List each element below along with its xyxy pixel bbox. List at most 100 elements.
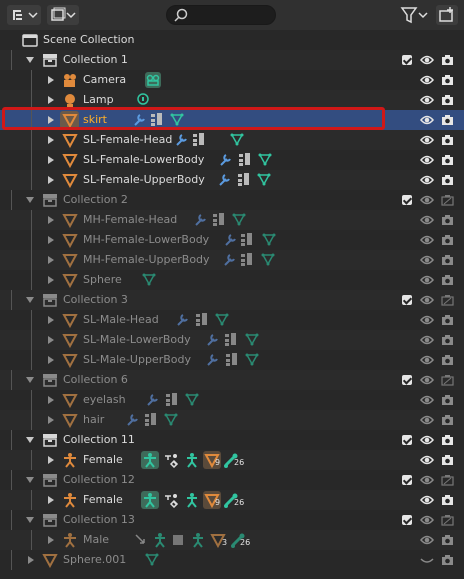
- expand-open-icon[interactable]: [26, 377, 34, 383]
- object-row[interactable]: MH-Female-Head: [0, 210, 464, 230]
- expand-closed-icon[interactable]: [48, 316, 54, 324]
- pose-constraint-icon: [135, 534, 145, 544]
- object-row[interactable]: MH-Female-LowerBody: [0, 230, 464, 250]
- expand-open-icon[interactable]: [26, 57, 34, 63]
- tree-guide-line: [31, 230, 32, 250]
- scene-collection-row[interactable]: Scene Collection: [0, 30, 464, 50]
- collection-row[interactable]: Collection 12: [0, 470, 464, 490]
- child-mesh-count: 9: [215, 498, 221, 507]
- expand-open-icon[interactable]: [26, 197, 34, 203]
- object-row[interactable]: Camera: [0, 70, 464, 90]
- mesh-data-icon: [245, 333, 259, 346]
- expand-open-icon[interactable]: [26, 437, 34, 443]
- expand-closed-icon[interactable]: [48, 156, 54, 164]
- render-camera-icon: [442, 135, 453, 145]
- object-row[interactable]: MH-Female-UpperBody: [0, 250, 464, 270]
- render-camera-icon: [442, 255, 453, 265]
- expand-closed-icon[interactable]: [48, 136, 54, 144]
- expand-closed-icon[interactable]: [48, 216, 54, 224]
- expand-closed-icon[interactable]: [48, 396, 54, 404]
- expand-open-icon[interactable]: [26, 477, 34, 483]
- eye-icon: [420, 455, 434, 465]
- tree-guide-line: [31, 310, 32, 330]
- new-collection-button[interactable]: [436, 5, 458, 25]
- expand-closed-icon[interactable]: [48, 236, 54, 244]
- expand-closed-icon[interactable]: [48, 336, 54, 344]
- render-camera-icon: [442, 75, 453, 85]
- exclude-checkbox[interactable]: [402, 295, 412, 305]
- expand-open-icon[interactable]: [26, 517, 34, 523]
- tree-guide-line: [31, 350, 32, 370]
- mesh-object-icon: [62, 154, 78, 168]
- tree-guide-line: [31, 130, 32, 150]
- expand-closed-icon[interactable]: [48, 76, 54, 84]
- collection-row[interactable]: Collection 2: [0, 190, 464, 210]
- modifier-wrench-icon: [147, 394, 158, 406]
- render-camera-icon: [441, 295, 454, 306]
- modifier-wrench-icon: [220, 154, 231, 166]
- render-camera-icon: [442, 55, 453, 65]
- object-row[interactable]: Sphere: [0, 270, 464, 290]
- object-row[interactable]: SL-Female-UpperBody: [0, 170, 464, 190]
- mesh-object-icon: [62, 214, 78, 228]
- object-row[interactable]: Male 3 26: [0, 530, 464, 550]
- mesh-object-icon: [62, 254, 78, 268]
- display-mode-button[interactable]: [7, 5, 41, 25]
- exclude-checkbox[interactable]: [402, 475, 412, 485]
- view-filter-button[interactable]: [47, 5, 79, 25]
- expand-closed-icon[interactable]: [48, 356, 54, 364]
- row-label: hair: [83, 413, 105, 426]
- exclude-checkbox[interactable]: [402, 55, 412, 65]
- exclude-checkbox[interactable]: [402, 195, 412, 205]
- object-row[interactable]: SL-Female-LowerBody: [0, 150, 464, 170]
- expand-closed-icon[interactable]: [48, 416, 54, 424]
- collection-row[interactable]: Collection 6: [0, 370, 464, 390]
- collection-row[interactable]: Collection 11: [0, 430, 464, 450]
- eye-icon: [420, 395, 434, 405]
- expand-closed-icon[interactable]: [28, 556, 34, 564]
- pose-icon: [187, 453, 197, 468]
- vertex-group-icon: [145, 413, 156, 426]
- object-row[interactable]: Female 9 26: [0, 490, 464, 510]
- collection-row[interactable]: Collection 13: [0, 510, 464, 530]
- eye-icon: [420, 295, 434, 305]
- new-collection-icon: [439, 7, 453, 22]
- object-row[interactable]: SL-Female-Head: [0, 130, 464, 150]
- eye-icon: [420, 55, 434, 65]
- collection-icon: [43, 54, 57, 67]
- expand-closed-icon[interactable]: [48, 456, 54, 464]
- expand-closed-icon[interactable]: [48, 256, 54, 264]
- mesh-object-icon: [62, 134, 78, 148]
- render-camera-icon: [442, 155, 453, 165]
- eye-icon: [420, 235, 434, 245]
- expand-closed-icon[interactable]: [48, 96, 54, 104]
- object-row[interactable]: eyelash: [0, 390, 464, 410]
- collection-row[interactable]: Collection 1: [0, 50, 464, 70]
- eye-icon: [420, 315, 434, 325]
- object-row[interactable]: SL-Male-LowerBody: [0, 330, 464, 350]
- mesh-object-icon: [62, 274, 78, 288]
- object-row[interactable]: SL-Male-Head: [0, 310, 464, 330]
- exclude-checkbox[interactable]: [402, 375, 412, 385]
- row-label: SL-Female-UpperBody: [83, 173, 205, 186]
- object-row[interactable]: SL-Male-UpperBody: [0, 350, 464, 370]
- filter-button[interactable]: [400, 5, 430, 25]
- eye-icon: [420, 195, 434, 205]
- expand-closed-icon[interactable]: [48, 536, 54, 544]
- search-input[interactable]: [166, 5, 276, 25]
- object-row[interactable]: Female 9 26: [0, 450, 464, 470]
- collection-row[interactable]: Collection 3: [0, 290, 464, 310]
- tree-guide-line: [11, 370, 12, 390]
- exclude-checkbox[interactable]: [402, 435, 412, 445]
- tree-guide-line: [31, 390, 32, 410]
- object-row[interactable]: Sphere.001: [0, 550, 464, 570]
- row-label: Camera: [83, 73, 127, 86]
- expand-open-icon[interactable]: [26, 297, 34, 303]
- object-row[interactable]: hair: [0, 410, 464, 430]
- expand-closed-icon[interactable]: [48, 176, 54, 184]
- expand-closed-icon[interactable]: [48, 276, 54, 284]
- exclude-checkbox[interactable]: [402, 515, 412, 525]
- render-camera-icon: [441, 375, 454, 386]
- expand-closed-icon[interactable]: [48, 496, 54, 504]
- vertex-group-icon: [196, 313, 207, 326]
